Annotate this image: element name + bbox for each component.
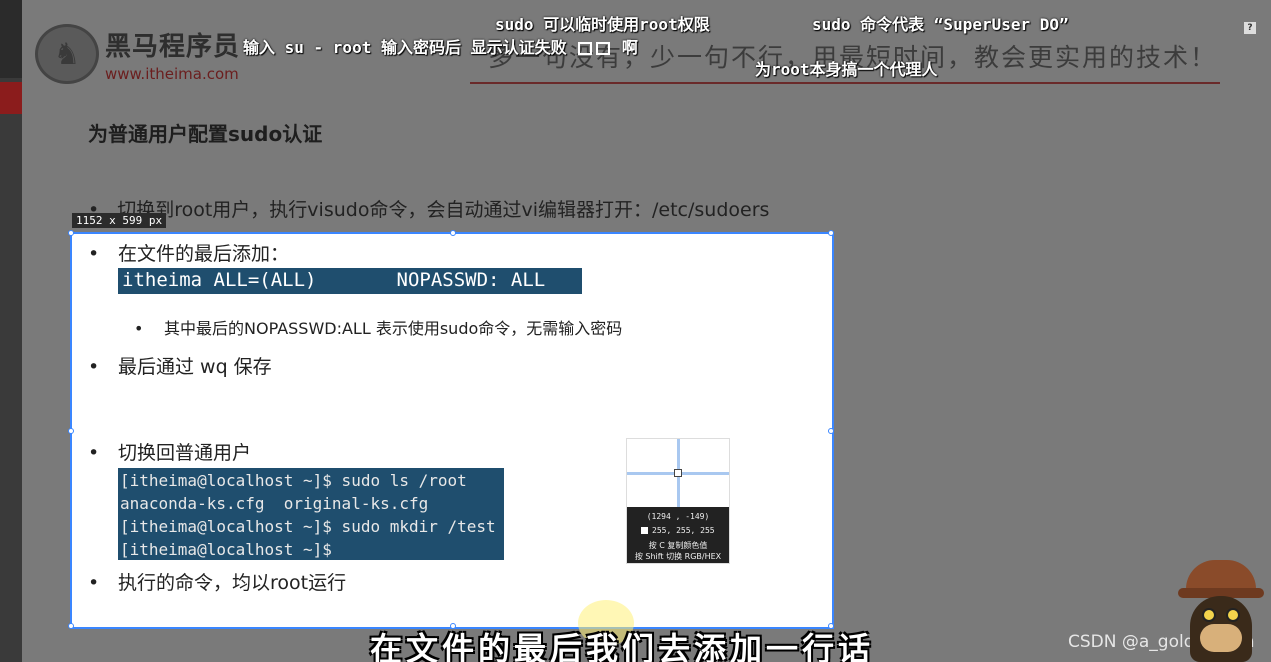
color-swatch (641, 527, 648, 534)
terminal-line: [itheima@localhost ~]$ sudo ls /root (120, 471, 467, 490)
logo-url: www.itheima.com (105, 64, 239, 83)
bullet-add-line: • 在文件的最后添加： (88, 243, 290, 265)
annotation-exclaim: 啊 (621, 38, 638, 57)
itheima-logo: ♞ 黑马程序员 www.itheima.com (35, 24, 240, 84)
color-value: 255, 255, 255 (641, 526, 715, 535)
play-window-icon (596, 42, 611, 55)
terminal-line: anaconda-ks.cfg original-ks.cfg (120, 494, 429, 513)
resize-handle-top-right[interactable] (828, 230, 834, 236)
cursor-coordinates: (1294 , -149) (646, 512, 710, 521)
resize-handle-right[interactable] (828, 428, 834, 434)
resize-handle-top[interactable] (450, 230, 456, 236)
bullet-switch-text: 切换回普通用户 (118, 442, 252, 464)
bullet-root-text: 执行的命令，均以root运行 (118, 572, 347, 594)
left-sidebar-strip (0, 0, 22, 662)
annotation-root-proxy: 为root本身搞一个代理人 (755, 60, 938, 79)
horse-logo-icon: ♞ (35, 24, 99, 84)
terminal-output: [itheima@localhost ~]$ sudo ls /root anac… (118, 468, 504, 560)
sub-bullet-nopasswd: • 其中最后的NOPASSWD:ALL 表示使用sudo命令，无需输入密码 (134, 319, 623, 338)
video-subtitle: 在文件的最后我们去添加一行话 (370, 630, 875, 662)
resize-handle-left[interactable] (68, 428, 74, 434)
color-picker-magnifier: (1294 , -149) 255, 255, 255 按 C 复制颜色值 按 … (626, 438, 730, 564)
resize-handle-top-left[interactable] (68, 230, 74, 236)
sidebar-red-block (0, 82, 22, 114)
logo-name: 黑马程序员 (105, 31, 241, 62)
help-icon[interactable]: ? (1244, 22, 1256, 34)
slide-title: 为普通用户配置sudo认证 (88, 122, 323, 146)
annotation-su-root-text: 输入 su - root 输入密码后 显示认证失败 (243, 38, 567, 57)
sidebar-dark-block (0, 0, 22, 78)
bullet-visudo-text: 切换到root用户，执行visudo命令，会自动通过vi编辑器打开：/etc/s… (117, 199, 770, 221)
header-divider (470, 82, 1220, 84)
resize-handle-bottom-left[interactable] (68, 623, 74, 629)
copy-color-tip: 按 C 复制颜色值 (648, 541, 708, 550)
bullet-save-text: 最后通过 wq 保存 (118, 356, 272, 378)
bullet-add-text: 在文件的最后添加： (118, 243, 290, 265)
crosshair-icon (674, 469, 682, 477)
monkey-mascot-avatar (1176, 560, 1266, 662)
bullet-save: • 最后通过 wq 保存 (88, 356, 272, 378)
switch-format-tip: 按 Shift 切换 RGB/HEX (634, 552, 722, 561)
annotation-superuser-do: sudo 命令代表 “SuperUser DO” (812, 15, 1069, 34)
bullet-run-as-root: • 执行的命令，均以root运行 (88, 572, 347, 594)
annotation-sudo-root: sudo 可以临时使用root权限 (495, 15, 710, 34)
bullet-switch-user: • 切换回普通用户 (88, 442, 252, 464)
capture-selection-region[interactable]: • 在文件的最后添加： itheima ALL=(ALL) NOPASSWD: A… (68, 230, 834, 629)
sudoers-code-line: itheima ALL=(ALL) NOPASSWD: ALL (118, 268, 582, 294)
pip-icon (578, 42, 593, 55)
terminal-line: [itheima@localhost ~]$ sudo mkdir /test (120, 517, 496, 536)
capture-dimensions-label: 1152 x 599 px (72, 213, 167, 228)
terminal-line: [itheima@localhost ~]$ (120, 540, 332, 559)
bullet-visudo: • 切换到root用户，执行visudo命令，会自动通过vi编辑器打开：/etc/… (88, 199, 770, 221)
annotation-su-root-failed: 输入 su - root 输入密码后 显示认证失败 啊 (243, 34, 638, 58)
sub-bullet-text: 其中最后的NOPASSWD:ALL 表示使用sudo命令，无需输入密码 (164, 319, 623, 338)
